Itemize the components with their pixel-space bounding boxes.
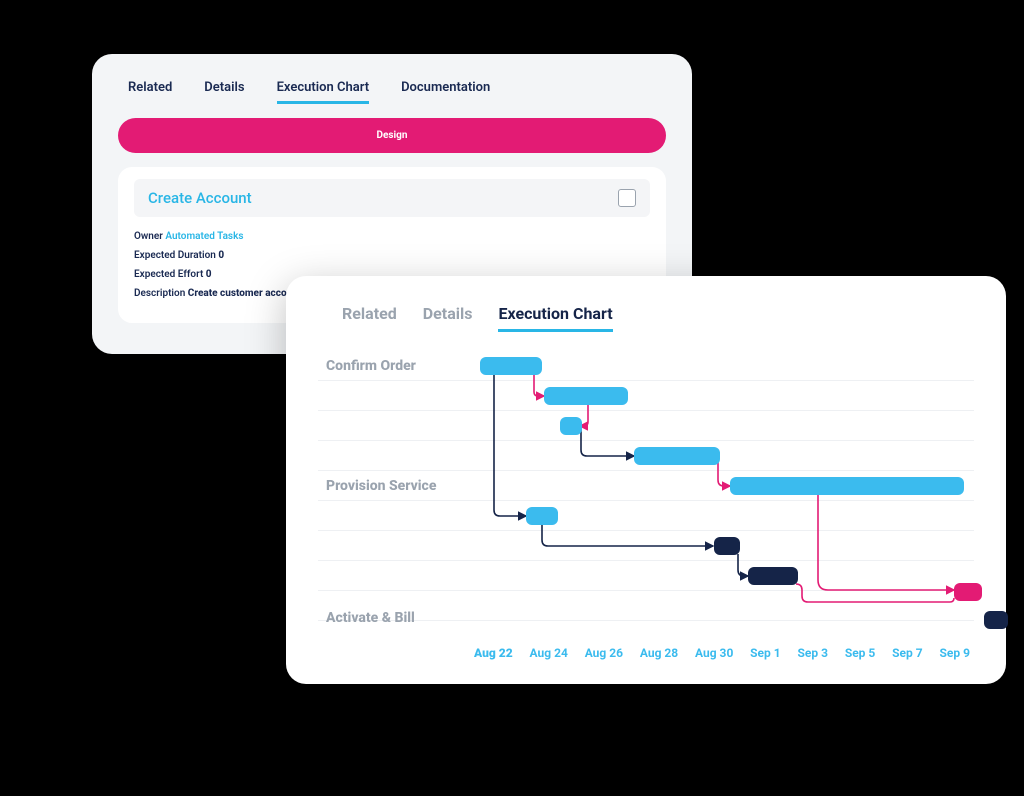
gantt-bar[interactable] <box>544 387 628 405</box>
gantt-bar[interactable] <box>954 583 982 601</box>
dependency-overlay <box>318 350 974 640</box>
xaxis-tick: Sep 3 <box>797 646 828 660</box>
back-tabs: Related Details Execution Chart Document… <box>128 80 666 104</box>
gantt-bar[interactable] <box>730 477 964 495</box>
gantt-bar[interactable] <box>748 567 798 585</box>
design-pill[interactable]: Design <box>118 118 666 153</box>
expected-effort-label: Expected Effort <box>134 269 203 280</box>
expected-effort-value: 0 <box>206 269 212 280</box>
grid-line <box>318 410 974 411</box>
gantt-bar[interactable] <box>984 611 1008 629</box>
gantt-xaxis: Aug 22 Aug 24 Aug 26 Aug 28 Aug 30 Sep 1… <box>474 646 970 660</box>
gantt-chart: Confirm Order Provision Service Activate… <box>318 350 974 640</box>
account-title: Create Account <box>148 189 252 207</box>
expected-duration-row: Expected Duration 0 <box>134 250 650 261</box>
xaxis-tick: Aug 22 <box>474 646 513 660</box>
xaxis-tick: Aug 30 <box>695 646 733 660</box>
tab-execution-chart[interactable]: Execution Chart <box>277 80 370 104</box>
gantt-bar[interactable] <box>714 537 740 555</box>
gantt-bar[interactable] <box>526 507 558 525</box>
grid-line <box>318 560 974 561</box>
xaxis-tick: Aug 26 <box>585 646 623 660</box>
tab-documentation[interactable]: Documentation <box>401 80 490 104</box>
grid-line <box>318 500 974 501</box>
front-tab-related[interactable]: Related <box>342 304 397 332</box>
tab-related[interactable]: Related <box>128 80 172 104</box>
row-label-provision-service: Provision Service <box>326 478 436 494</box>
grid-line <box>318 440 974 441</box>
front-tab-details[interactable]: Details <box>423 304 473 332</box>
owner-label: Owner <box>134 231 163 242</box>
xaxis-tick: Sep 9 <box>939 646 970 660</box>
grid-line <box>318 620 974 621</box>
gantt-bar[interactable] <box>560 417 582 435</box>
xaxis-tick: Aug 24 <box>530 646 568 660</box>
row-label-confirm-order: Confirm Order <box>326 358 416 374</box>
xaxis-tick: Aug 28 <box>640 646 678 660</box>
execution-chart-card: Related Details Execution Chart Confirm … <box>286 276 1006 684</box>
front-tabs: Related Details Execution Chart <box>342 304 980 332</box>
expected-duration-value: 0 <box>218 250 224 261</box>
row-label-activate-bill: Activate & Bill <box>326 610 415 626</box>
grid-line <box>318 380 974 381</box>
xaxis-tick: Sep 5 <box>845 646 876 660</box>
owner-value-link[interactable]: Automated Tasks <box>165 231 243 242</box>
tab-details[interactable]: Details <box>204 80 244 104</box>
gantt-bar[interactable] <box>480 357 542 375</box>
grid-line <box>318 590 974 591</box>
gantt-bar[interactable] <box>634 447 720 465</box>
front-tab-execution-chart[interactable]: Execution Chart <box>498 304 612 332</box>
xaxis-tick: Sep 1 <box>750 646 781 660</box>
account-checkbox[interactable] <box>618 189 636 207</box>
grid-line <box>318 530 974 531</box>
grid-line <box>318 470 974 471</box>
account-header-row: Create Account <box>134 179 650 217</box>
owner-row: Owner Automated Tasks <box>134 231 650 242</box>
xaxis-tick: Sep 7 <box>892 646 923 660</box>
description-label: Description <box>134 288 185 299</box>
expected-duration-label: Expected Duration <box>134 250 216 261</box>
